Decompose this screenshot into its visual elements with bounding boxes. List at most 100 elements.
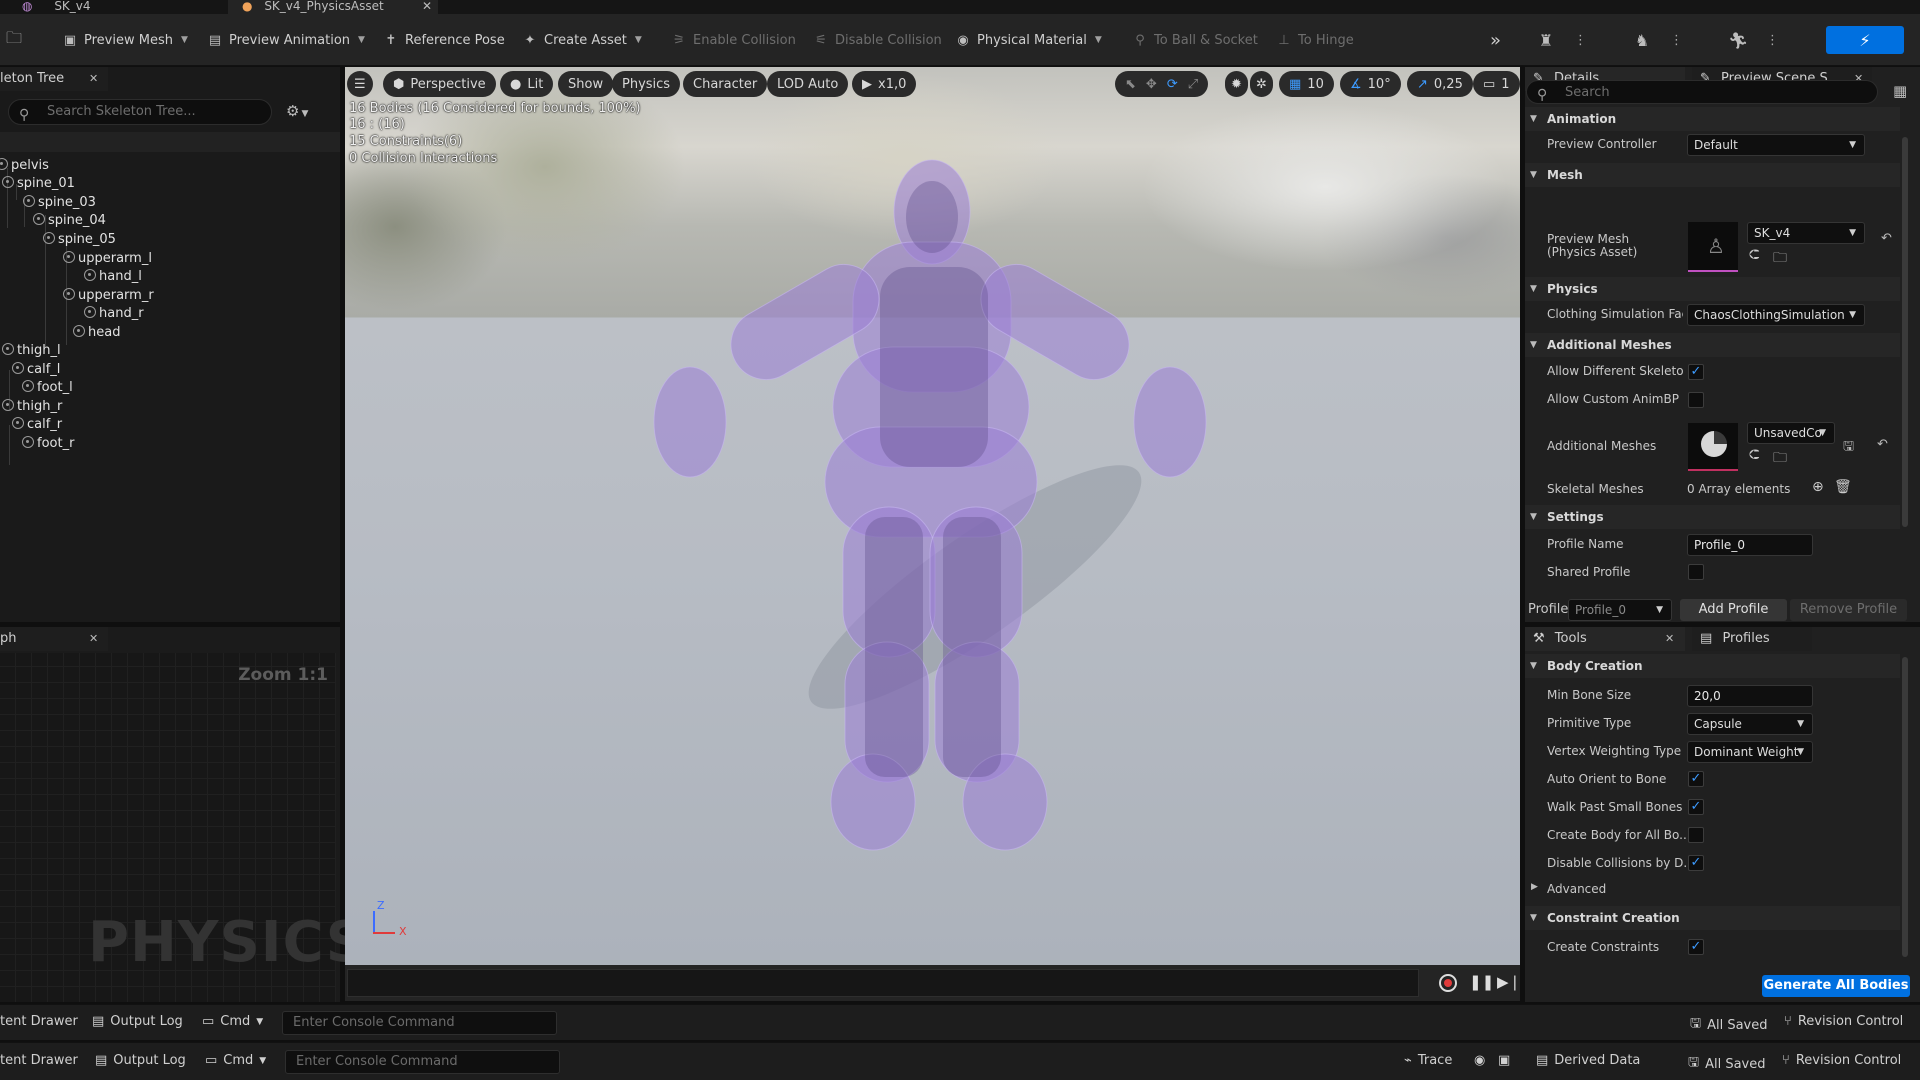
preview-mesh-button[interactable]: ▣ Preview Mesh ▼ [62, 28, 188, 52]
create-constraints-checkbox[interactable]: ✓ [1688, 939, 1704, 955]
scale-snap-button[interactable]: ↗ 0,25 [1407, 71, 1473, 97]
bone-row[interactable]: spine_01 [2, 175, 75, 193]
preview-mesh-select[interactable]: SK_v4 ▼ [1747, 222, 1865, 244]
skeleton-search-input[interactable]: ⚲ Search Skeleton Tree... [8, 99, 272, 125]
min-bone-size-input[interactable]: 20,0 [1687, 685, 1813, 707]
bone-row[interactable]: pelvis [0, 157, 49, 175]
content-drawer-button[interactable]: tent Drawer [0, 1053, 78, 1068]
to-hinge-button[interactable]: ⊥ To Hinge [1276, 28, 1353, 52]
show-button[interactable]: Show [558, 71, 614, 97]
rotation-snap-button[interactable]: ∡ 10° [1340, 71, 1401, 97]
section-settings[interactable]: Settings [1525, 505, 1900, 529]
preview-mesh-thumbnail[interactable]: ♙ [1688, 222, 1738, 272]
record-button[interactable] [1439, 974, 1457, 992]
use-selected-asset-button[interactable]: ⮈ [1749, 247, 1760, 263]
use-selected-button[interactable]: ⮈ [1749, 447, 1760, 463]
character-button[interactable]: Character [683, 71, 768, 97]
bone-row[interactable]: spine_05 [43, 231, 116, 249]
create-asset-button[interactable]: ✦ Create Asset ▼ [522, 28, 642, 52]
play-speed-button[interactable]: ▶ x1,0 [852, 71, 917, 97]
section-physics[interactable]: Physics [1525, 277, 1900, 301]
remove-profile-button[interactable]: Remove Profile [1790, 599, 1907, 621]
create-body-all-bones-checkbox[interactable] [1688, 827, 1704, 843]
output-log-button[interactable]: ▤ Output Log [92, 1014, 183, 1029]
camera-speed-button[interactable]: ▭ 1 [1473, 71, 1520, 97]
property-matrix-button[interactable]: ▦ [1893, 82, 1907, 100]
walk-past-small-bones-checkbox[interactable]: ✓ [1688, 799, 1704, 815]
reset-additional-button[interactable]: ↶ [1877, 437, 1888, 452]
trace-button[interactable]: ⌁ Trace [1404, 1053, 1452, 1068]
kebab-menu-icon[interactable]: ⋮ [1670, 33, 1683, 48]
vertex-weighting-select[interactable]: Dominant Weight ▼ [1687, 741, 1813, 763]
section-body-creation[interactable]: Body Creation [1525, 654, 1900, 678]
bone-row[interactable]: hand_l [84, 268, 142, 286]
more-tools-button[interactable]: » [1490, 28, 1501, 52]
bone-row[interactable]: upperarm_r [63, 287, 154, 305]
browse-asset-button[interactable]: 🗀 [6, 28, 22, 52]
preview-animation-button[interactable]: ▤ Preview Animation ▼ [207, 28, 365, 52]
settings-button[interactable]: ⚙ ▼ [286, 102, 308, 120]
cmd-button[interactable]: ▭ Cmd ▼ [205, 1053, 266, 1068]
graph-canvas[interactable]: Zoom 1:1 PHYSICS [0, 653, 366, 1002]
allow-different-skeleton-checkbox[interactable]: ✓ [1688, 364, 1704, 380]
surface-snap-button[interactable]: ✲ [1250, 71, 1273, 97]
physics-menu-button[interactable]: Physics [612, 71, 681, 97]
physics-mode-button[interactable]: ⚡︎ [1826, 26, 1904, 54]
viewport[interactable]: ☰ ⬢ Perspective ● Lit Show Physics Charact… [345, 67, 1520, 965]
select-icon[interactable]: ⬉ [1125, 77, 1136, 92]
perspective-button[interactable]: ⬢ Perspective [383, 71, 496, 97]
all-saved-button[interactable]: 🖫 All Saved [1688, 1053, 1766, 1075]
tools-tab[interactable]: ⚒ Tools ✕ [1525, 627, 1685, 651]
skeleton-mode-button[interactable]: ♜ ⋮ [1538, 28, 1587, 52]
auto-orient-checkbox[interactable]: ✓ [1688, 771, 1704, 787]
enable-collision-button[interactable]: ⚞ Enable Collision [671, 28, 796, 52]
bone-row[interactable]: thigh_l [2, 342, 61, 360]
bone-row[interactable]: spine_03 [23, 194, 96, 212]
to-ball-socket-button[interactable]: ⚲ To Ball & Socket [1132, 28, 1258, 52]
browse-button[interactable]: 🗀 [1773, 447, 1787, 471]
pause-button[interactable]: ❚❚ [1469, 973, 1494, 991]
bone-row[interactable]: calf_l [12, 361, 60, 379]
tab-sk-v4[interactable]: ◍ SK_v4 [22, 0, 222, 14]
preview-controller-select[interactable]: Default ▼ [1687, 134, 1865, 156]
reference-pose-button[interactable]: ✝ Reference Pose [383, 28, 505, 52]
rotate-icon[interactable]: ⟳ [1167, 77, 1178, 92]
derived-data-button[interactable]: ▤ Derived Data [1536, 1053, 1640, 1068]
reset-to-default-button[interactable]: ↶ [1881, 231, 1892, 246]
section-mesh[interactable]: Mesh [1525, 163, 1900, 187]
revision-control-button[interactable]: ⑂ Revision Control [1784, 1014, 1903, 1029]
shared-profile-checkbox[interactable] [1688, 564, 1704, 580]
details-search-field[interactable]: ⚲ Search [1526, 80, 1878, 104]
bone-row[interactable]: head [73, 324, 120, 342]
revision-control-button[interactable]: ⑂ Revision Control [1782, 1053, 1901, 1068]
profile-select[interactable]: Profile_0 ▼ [1568, 599, 1672, 621]
bone-row[interactable]: hand_r [84, 305, 144, 323]
screenshot-button[interactable]: ▣ [1498, 1053, 1510, 1068]
disable-collision-button[interactable]: ⚟ Disable Collision [813, 28, 942, 52]
save-button[interactable]: 🖫 [1843, 437, 1854, 459]
allow-custom-animbp-checkbox[interactable] [1688, 392, 1704, 408]
additional-meshes-thumbnail[interactable] [1688, 423, 1738, 471]
profile-name-input[interactable]: Profile_0 [1687, 534, 1813, 556]
console-input[interactable]: Enter Console Command [282, 1011, 557, 1035]
close-icon[interactable]: ✕ [1665, 627, 1674, 651]
add-element-button[interactable]: ⊕ [1812, 479, 1824, 495]
timeline-scrubber[interactable] [347, 969, 1419, 997]
additional-meshes-select[interactable]: UnsavedCo ▼ [1747, 422, 1835, 444]
tools-scrollbar[interactable] [1902, 657, 1908, 957]
close-icon[interactable]: ✕ [89, 67, 98, 91]
advanced-row[interactable]: ▶ Advanced [1525, 877, 1900, 901]
cmd-button[interactable]: ▭ Cmd ▼ [202, 1014, 263, 1029]
bone-row[interactable]: thigh_r [2, 398, 62, 416]
profiles-tab[interactable]: ▤ Profiles [1692, 627, 1812, 651]
coordinate-space-button[interactable]: ✹ [1225, 71, 1248, 97]
console-input[interactable]: Enter Console Command [285, 1050, 560, 1074]
lit-button[interactable]: ● Lit [500, 71, 554, 97]
animation-mode-button[interactable]: 🏃︎ ⋮ [1728, 28, 1779, 52]
kebab-menu-icon[interactable]: ⋮ [1766, 33, 1779, 48]
scale-icon[interactable]: ⤢ [1188, 77, 1198, 92]
bone-row[interactable]: foot_r [22, 435, 74, 453]
all-saved-button[interactable]: 🖫 All Saved [1690, 1014, 1768, 1036]
primitive-type-select[interactable]: Capsule ▼ [1687, 713, 1813, 735]
translate-icon[interactable]: ✥ [1146, 77, 1157, 92]
